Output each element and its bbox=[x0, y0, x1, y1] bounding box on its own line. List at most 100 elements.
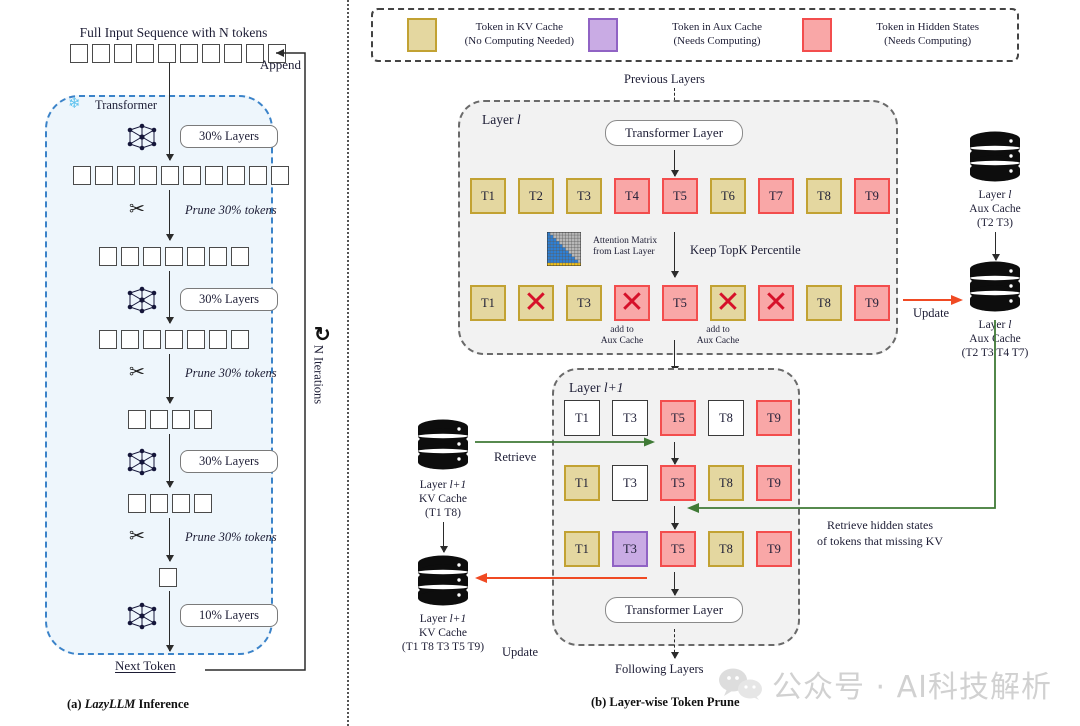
pruned-x-icon: ✕ bbox=[523, 285, 549, 320]
token-cell bbox=[99, 247, 117, 266]
add-to-aux-cache-label-2: add to Aux Cache bbox=[683, 325, 753, 348]
snowflake-icon: ❄ bbox=[68, 96, 81, 112]
kv-top-l2: KV Cache bbox=[418, 493, 467, 506]
token-box-T8: T8 bbox=[708, 531, 744, 567]
following-layers-label: Following Layers bbox=[615, 662, 704, 676]
addto2-line1: add to bbox=[706, 325, 730, 335]
token-cell bbox=[187, 330, 205, 349]
legend-kv-line2: (No Computing Needed) bbox=[464, 35, 575, 47]
next-token-label: Next Token bbox=[115, 658, 176, 673]
token-row-6 bbox=[159, 568, 177, 587]
retrieve-hidden-line1: Retrieve hidden states bbox=[827, 518, 933, 532]
kv-top-l1: Layer l+1 bbox=[419, 479, 467, 491]
token-cell bbox=[73, 166, 91, 185]
kv-cache-db-icon-top bbox=[418, 419, 468, 470]
prune-label-3: Prune 30% tokens bbox=[185, 530, 277, 544]
token-box-T1: T1 bbox=[564, 531, 600, 567]
token-box-T4: ✕ bbox=[614, 285, 650, 321]
token-cell bbox=[187, 247, 205, 266]
add-to-aux-cache-label-1: add to Aux Cache bbox=[587, 325, 657, 348]
aux-cache-db-icon-bottom bbox=[970, 261, 1020, 312]
token-cell bbox=[231, 330, 249, 349]
token-box-T1: T1 bbox=[564, 400, 600, 436]
panel-a-caption: (a) LazyLLM Inference bbox=[67, 697, 189, 712]
keep-topk-label: Keep TopK Percentile bbox=[690, 243, 801, 257]
token-box-T6: ✕ bbox=[710, 285, 746, 321]
attn-line1: Attention Matrix bbox=[593, 236, 658, 246]
layer-l1-arrow-3 bbox=[670, 572, 679, 596]
token-cell bbox=[249, 166, 267, 185]
token-box-T9: T9 bbox=[854, 178, 890, 214]
previous-layers-label: Previous Layers bbox=[624, 72, 705, 86]
token-box-T3: T3 bbox=[612, 531, 648, 567]
addto2-line2: Aux Cache bbox=[696, 336, 740, 347]
token-box-T8: T8 bbox=[708, 400, 744, 436]
token-box-T2: T2 bbox=[518, 178, 554, 214]
layer-l1-arrow-1 bbox=[670, 442, 679, 465]
update-label-right: Update bbox=[913, 306, 950, 320]
token-box-T5: T5 bbox=[662, 285, 698, 321]
layers-pill-1: 30% Layers bbox=[180, 125, 278, 148]
token-cell bbox=[231, 247, 249, 266]
aux-cache-label-top: Layer l Aux Cache (T2 T3) bbox=[929, 188, 1061, 230]
token-cell bbox=[117, 166, 135, 185]
token-cell bbox=[143, 330, 161, 349]
token-box-T7: T7 bbox=[758, 178, 794, 214]
token-cell bbox=[202, 44, 220, 63]
token-cell bbox=[70, 44, 88, 63]
flow-arrow-6 bbox=[165, 591, 174, 652]
aux-cache-db-icon-top bbox=[970, 131, 1020, 182]
kv-cache-db-icon-bottom bbox=[418, 555, 468, 606]
token-cell bbox=[159, 568, 177, 587]
prune-label-2: Prune 30% tokens bbox=[185, 366, 277, 380]
token-cell bbox=[161, 166, 179, 185]
token-cell bbox=[150, 410, 168, 429]
transformer-label: Transformer bbox=[95, 98, 158, 112]
token-row-4 bbox=[128, 410, 212, 429]
token-cell bbox=[92, 44, 110, 63]
token-cell bbox=[194, 410, 212, 429]
kv-cache-label-bottom: Layer l+1 KV Cache (T1 T8 T3 T5 T9) bbox=[377, 612, 509, 654]
layer-l1-token-row-3: T1 T3 T5 T8 T9 bbox=[564, 531, 792, 567]
legend-item-aux: Token in Aux Cache (Needs Computing) bbox=[587, 18, 803, 52]
caption-b-prefix: (b) bbox=[591, 695, 610, 709]
append-label: Append bbox=[259, 57, 301, 72]
update-label-left: Update bbox=[502, 645, 539, 659]
layer-l-arrow-1 bbox=[670, 150, 679, 177]
token-cell bbox=[271, 166, 289, 185]
token-box-T4: T4 bbox=[614, 178, 650, 214]
token-cell bbox=[205, 166, 223, 185]
legend-text-kv-cache: Token in KV Cache (No Computing Needed) bbox=[451, 21, 588, 49]
wechat-icon bbox=[719, 668, 762, 700]
flow-arrow-4 bbox=[165, 434, 174, 488]
caption-a-italic: LazyLLM bbox=[84, 697, 136, 711]
token-row-3 bbox=[99, 330, 249, 349]
attn-line2: from Last Layer bbox=[593, 247, 655, 258]
layer-l-token-row-top: T1 T2 T3 T4 T5 T6 T7 T8 T9 bbox=[470, 178, 890, 214]
figure-root: Full Input Sequence with N tokens ❄ Tran… bbox=[0, 0, 1080, 726]
retrieve-label: Retrieve bbox=[494, 450, 537, 464]
legend-swatch-kv-cache bbox=[407, 18, 437, 52]
token-cell bbox=[128, 494, 146, 513]
token-box-T9: T9 bbox=[854, 285, 890, 321]
token-box-T3: T3 bbox=[612, 465, 648, 501]
token-box-T9: T9 bbox=[756, 400, 792, 436]
token-cell bbox=[114, 44, 132, 63]
layer-l1-token-row-1: T1 T3 T5 T8 T9 bbox=[564, 400, 792, 436]
token-cell bbox=[172, 494, 190, 513]
aux-bot-l3: (T2 T3 T4 T7) bbox=[961, 347, 1029, 360]
token-row-5 bbox=[128, 494, 212, 513]
legend-swatch-aux-cache bbox=[587, 18, 618, 52]
token-cell bbox=[158, 44, 176, 63]
neural-net-icon-4 bbox=[127, 602, 157, 630]
token-cell bbox=[172, 410, 190, 429]
layers-pill-3: 30% Layers bbox=[180, 450, 278, 473]
token-box-T9: T9 bbox=[756, 465, 792, 501]
legend-hidden-line2: (Needs Computing) bbox=[884, 35, 972, 47]
token-cell bbox=[128, 410, 146, 429]
kv-cache-label-top: Layer l+1 KV Cache (T1 T8) bbox=[377, 478, 509, 520]
aux-top-l3: (T2 T3) bbox=[977, 217, 1013, 230]
flow-arrow-1 bbox=[165, 190, 174, 241]
token-box-T5: T5 bbox=[660, 531, 696, 567]
layer-l1-prefix: Layer bbox=[569, 380, 604, 395]
